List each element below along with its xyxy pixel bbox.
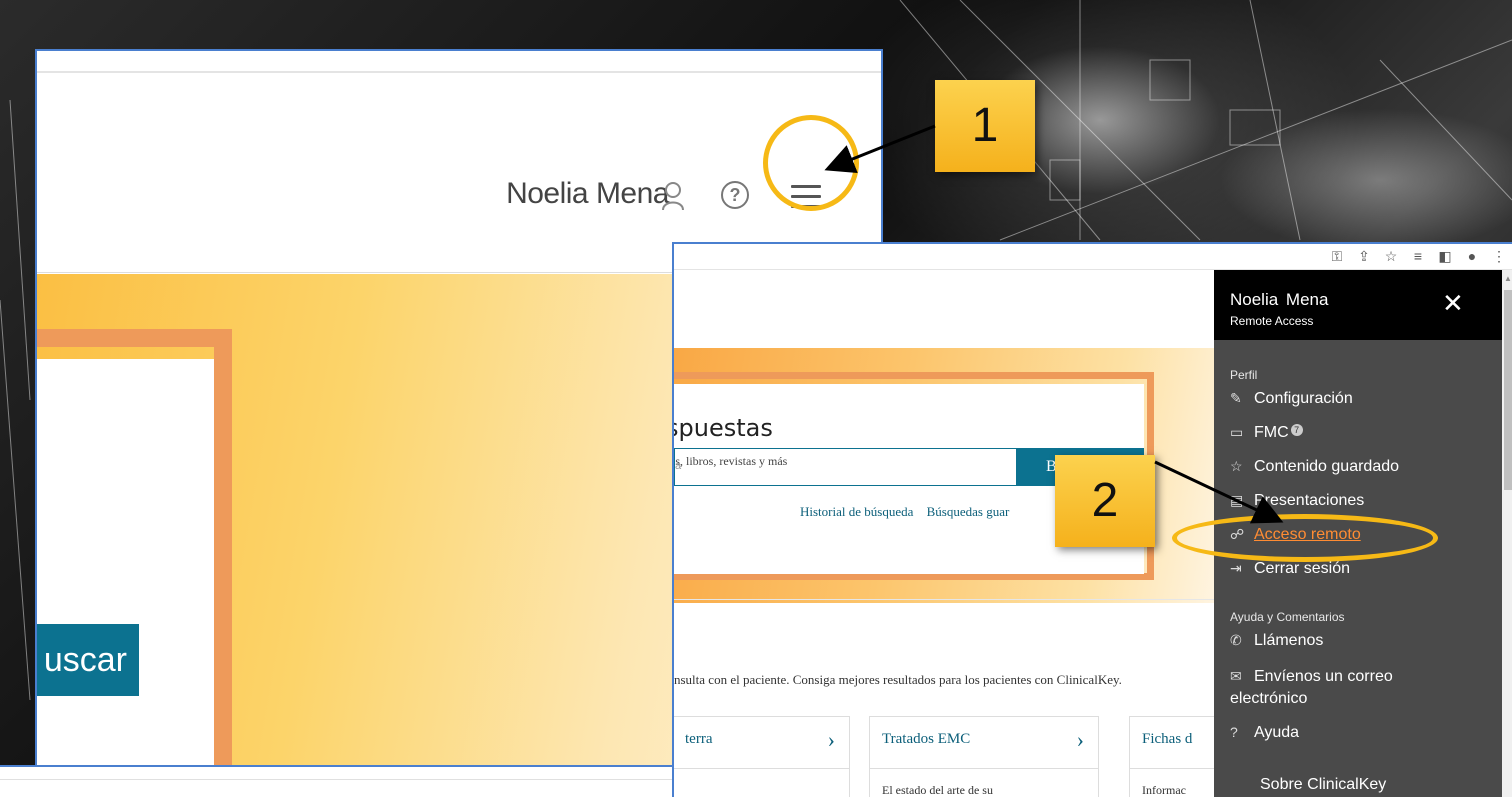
search-links: Historial de búsqueda Búsquedas guar [800,504,1019,520]
user-icon[interactable] [661,181,685,211]
logout-icon: ⇥ [1230,560,1242,576]
menu-item-label: Presentaciones [1254,492,1365,509]
search-input[interactable]: a [674,448,1016,486]
help-icon: ? [1230,724,1238,740]
divider [674,599,1234,600]
search-history-link[interactable]: Historial de búsqueda [800,504,913,519]
presentation-icon: ▤ [1230,492,1244,508]
reading-list-icon[interactable]: ≡ [1411,248,1425,264]
menu-item-label: FMC [1254,424,1289,441]
menu-user-role: Remote Access [1230,314,1314,328]
user-name[interactable]: Noelia Mena [506,177,669,211]
menu-item-label: Cerrar sesión [1254,560,1351,577]
chevron-right-icon: › [827,727,835,752]
key-icon[interactable]: ⚿ [1330,248,1344,264]
menu-item-saved-content[interactable]: ☆ Contenido guardado [1230,458,1399,476]
kebab-menu-icon[interactable]: ⋮ [1492,248,1506,264]
step-2-callout: 2 [1055,455,1155,547]
tile-title: Fichas d [1142,731,1193,747]
menu-item-label: Llámenos [1254,632,1324,649]
phone-icon: ✆ [1230,632,1242,648]
menu-header: Noelia Mena Remote Access ✕ [1214,270,1502,340]
menu-item-label: Envíenos un correo [1254,668,1393,685]
mail-icon: ✉ [1230,668,1242,684]
section-profile: Perfil [1230,368,1258,382]
count-badge: 7 [1290,424,1303,436]
tile-title: Tratados EMC [882,731,971,747]
menu-item-label: Sobre ClinicalKey [1260,776,1387,793]
menu-item-label: electrónico [1230,690,1308,707]
top-bar [37,51,881,73]
wrench-icon: ✎ [1230,390,1242,406]
search-button[interactable]: uscar [37,624,139,696]
scroll-up-icon[interactable]: ▲ [1504,274,1512,283]
search-title: spuestas [672,414,773,442]
tile-body: El estado del arte de su [882,783,993,797]
saved-searches-link[interactable]: Búsquedas guar [927,504,1010,519]
tile-body [674,769,849,797]
close-icon[interactable]: ✕ [1442,290,1464,316]
menu-item-help[interactable]: ? Ayuda [1230,724,1299,742]
chevron-right-icon: › [1076,727,1084,752]
content-tile[interactable]: terra › [674,716,850,797]
help-icon[interactable]: ? [721,181,749,209]
section-help: Ayuda y Comentarios [1230,610,1345,624]
search-placeholder: a [675,460,682,472]
menu-item-about[interactable]: Sobre ClinicalKey [1260,776,1386,794]
search-card [37,359,214,795]
highlight-circle-menu [763,115,859,211]
scrollbar-thumb[interactable] [1504,290,1512,490]
briefcase-icon: ▭ [1230,424,1244,440]
menu-user-name: Noelia Mena [1230,290,1329,309]
step-1-callout: 1 [935,80,1035,172]
menu-item-email-us-cont[interactable]: electrónico [1230,690,1307,708]
side-panel-icon[interactable]: ◧ [1438,248,1452,264]
browser-toolbar: ⚿ ⇪ ☆ ≡ ◧ ● ⋮ [674,244,1512,270]
menu-item-label: Configuración [1254,390,1353,407]
scrollbar[interactable]: ▲ [1502,270,1512,797]
description-text: nsulta con el paciente. Consiga mejores … [674,672,1122,687]
star-icon: ☆ [1230,458,1243,474]
menu-item-settings[interactable]: ✎ Configuración [1230,390,1353,408]
menu-item-presentations[interactable]: ▤ Presentaciones [1230,492,1364,510]
bookmark-star-icon[interactable]: ☆ [1384,248,1398,264]
menu-item-label: Ayuda [1254,724,1300,741]
menu-item-logout[interactable]: ⇥ Cerrar sesión [1230,560,1350,578]
menu-item-call-us[interactable]: ✆ Llámenos [1230,632,1323,650]
profile-icon[interactable]: ● [1465,248,1479,264]
menu-item-label: Contenido guardado [1254,458,1400,475]
content-tile[interactable]: Tratados EMC › El estado del arte de su [869,716,1099,797]
menu-item-fmc[interactable]: ▭ FMC 7 [1230,424,1303,442]
tile-title: terra [685,731,713,747]
menu-item-email-us[interactable]: ✉ Envíenos un correo [1230,668,1393,686]
share-icon[interactable]: ⇪ [1357,248,1371,264]
highlight-ellipse-remote-access [1172,514,1438,562]
